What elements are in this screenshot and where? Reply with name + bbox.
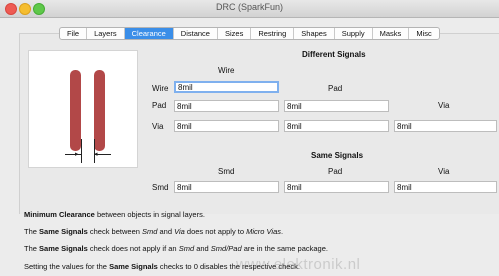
left-pad-shape (70, 70, 81, 151)
clearance-preview-image: ▸ ◂ (28, 50, 138, 168)
tab-shapes[interactable]: Shapes (294, 28, 335, 39)
different-signals-heading: Different Signals (302, 50, 366, 59)
tab-distance[interactable]: Distance (174, 28, 218, 39)
tab-misc[interactable]: Misc (409, 28, 438, 39)
arrow-right-icon: ▸ (75, 151, 79, 158)
watermark-text: www.elektronik.nl (236, 256, 361, 273)
tab-masks[interactable]: Masks (373, 28, 410, 39)
same-smd-pad-clearance-input[interactable] (284, 181, 389, 193)
same-smd-via-clearance-input[interactable] (394, 181, 497, 193)
row-via-label: Via (152, 122, 164, 131)
same-column-pad-label: Pad (328, 167, 343, 176)
via-via-clearance-input[interactable] (394, 120, 497, 132)
arrow-left-icon: ◂ (94, 151, 98, 158)
tab-clearance[interactable]: Clearance (124, 28, 174, 39)
same-smd-smd-clearance-input[interactable] (174, 181, 279, 193)
tab-supply[interactable]: Supply (335, 28, 373, 39)
note-micro-vias: The Same Signals check between Smd and V… (24, 227, 284, 236)
column-wire-label: Wire (218, 66, 235, 75)
window-title: DRC (SparkFun) (215, 2, 283, 12)
pad-pad-clearance-input[interactable] (284, 100, 389, 112)
tab-bar: File Layers Clearance Distance Sizes Res… (59, 27, 440, 40)
column-via-label: Via (438, 101, 450, 110)
pad-wire-clearance-input[interactable] (174, 100, 279, 112)
same-column-smd-label: Smd (218, 167, 235, 176)
via-wire-clearance-input[interactable] (174, 120, 279, 132)
row-pad-label: Pad (152, 101, 167, 110)
row-wire-label: Wire (152, 84, 169, 93)
right-pad-shape (94, 70, 105, 151)
tab-layers[interactable]: Layers (87, 28, 125, 39)
column-pad-label: Pad (328, 84, 343, 93)
tab-file[interactable]: File (60, 28, 88, 39)
same-signals-heading: Same Signals (311, 151, 364, 160)
wire-wire-clearance-input[interactable] (174, 81, 279, 93)
same-row-smd-label: Smd (152, 183, 169, 192)
same-column-via-label: Via (438, 167, 450, 176)
note-same-package: The Same Signals check does not apply if… (24, 244, 328, 253)
note-minimum-clearance: Minimum Clearance between objects in sig… (24, 210, 205, 219)
tab-sizes[interactable]: Sizes (218, 28, 252, 39)
dimension-line-left (81, 139, 82, 163)
title-bar: DRC (SparkFun) (0, 0, 499, 18)
via-pad-clearance-input[interactable] (284, 120, 389, 132)
tab-restring[interactable]: Restring (251, 28, 295, 39)
